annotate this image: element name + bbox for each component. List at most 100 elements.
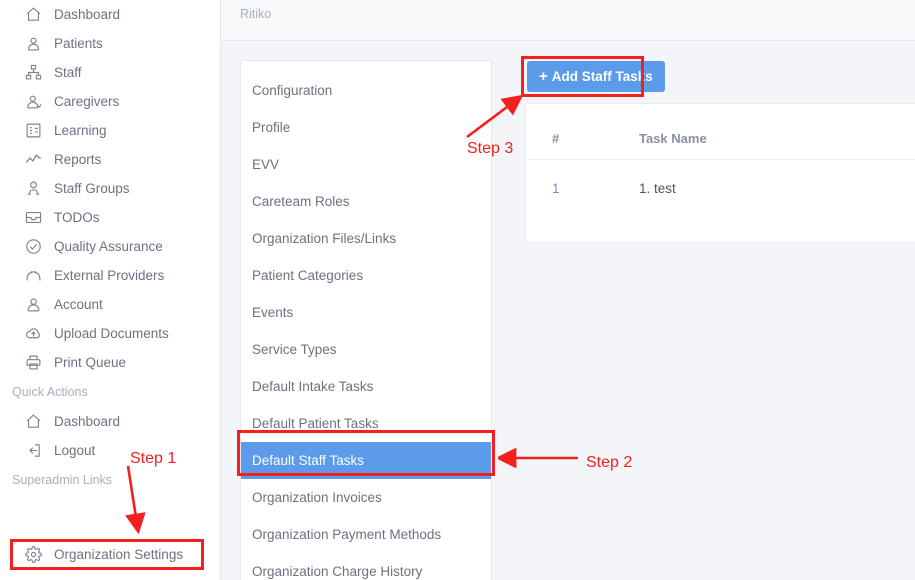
settings-menu-card: Configuration Profile EVV Careteam Roles Org… bbox=[240, 60, 492, 580]
home-icon bbox=[24, 6, 42, 24]
sidebar-item-organization-settings[interactable]: Organization Settings bbox=[10, 539, 204, 570]
settings-menu-item-default-staff-tasks[interactable]: Default Staff Tasks bbox=[241, 442, 491, 479]
person-icon bbox=[24, 296, 42, 314]
settings-menu-item-default-patient-tasks[interactable]: Default Patient Tasks bbox=[241, 405, 491, 442]
sidebar-item-label: Organization Settings bbox=[54, 547, 184, 562]
app-root: Dashboard Patients Staff Caregivers Learning… bbox=[0, 0, 915, 580]
sidebar: Dashboard Patients Staff Caregivers Learning… bbox=[0, 0, 221, 580]
settings-menu-item-organization-files-links[interactable]: Organization Files/Links bbox=[241, 220, 491, 257]
sidebar-item-label: Staff bbox=[54, 65, 82, 80]
settings-menu-item-label: Profile bbox=[252, 120, 291, 135]
settings-menu-item-label: Default Intake Tasks bbox=[252, 379, 374, 394]
add-staff-tasks-label: Add Staff Tasks bbox=[551, 69, 653, 84]
settings-menu-item-label: Organization Payment Methods bbox=[252, 527, 442, 542]
settings-menu-item-label: EVV bbox=[252, 157, 280, 172]
annotation-step-1-label: Step 1 bbox=[130, 450, 177, 467]
caregiver-icon bbox=[24, 93, 42, 111]
sidebar-item-staff-groups[interactable]: Staff Groups bbox=[0, 174, 220, 203]
logout-icon bbox=[24, 442, 42, 460]
quick-action-dashboard[interactable]: Dashboard bbox=[0, 407, 220, 436]
sidebar-item-label: Reports bbox=[54, 152, 102, 167]
sidebar-item-staff[interactable]: Staff bbox=[0, 58, 220, 87]
sidebar-item-label: Caregivers bbox=[54, 94, 120, 109]
add-staff-tasks-button[interactable]: + Add Staff Tasks bbox=[527, 61, 665, 92]
sidebar-item-caregivers[interactable]: Caregivers bbox=[0, 87, 220, 116]
learning-icon bbox=[24, 122, 42, 140]
settings-menu-item-label: Default Patient Tasks bbox=[252, 416, 379, 431]
settings-menu-item-label: Organization Invoices bbox=[252, 490, 382, 505]
sidebar-item-dashboard[interactable]: Dashboard bbox=[0, 0, 220, 29]
sidebar-item-account[interactable]: Account bbox=[0, 290, 220, 319]
patient-icon bbox=[24, 35, 42, 53]
settings-menu-item-organization-charge-history[interactable]: Organization Charge History bbox=[241, 553, 491, 580]
settings-menu-item-default-intake-tasks[interactable]: Default Intake Tasks bbox=[241, 368, 491, 405]
column-header-task-name: Task Name bbox=[611, 104, 915, 160]
sidebar-item-learning[interactable]: Learning bbox=[0, 116, 220, 145]
sidebar-section-quick-actions: Quick Actions bbox=[12, 385, 88, 399]
settings-menu-item-label: Default Staff Tasks bbox=[252, 453, 365, 468]
home-icon bbox=[24, 413, 42, 431]
settings-menu-item-careteam-roles[interactable]: Careteam Roles bbox=[241, 183, 491, 220]
settings-menu-item-organization-payment-methods[interactable]: Organization Payment Methods bbox=[241, 516, 491, 553]
annotation-step-2-arrow bbox=[498, 447, 578, 469]
sidebar-item-label: Patients bbox=[54, 36, 103, 51]
settings-menu-item-organization-invoices[interactable]: Organization Invoices bbox=[241, 479, 491, 516]
plus-icon: + bbox=[539, 68, 548, 85]
settings-menu-item-label: Service Types bbox=[252, 342, 337, 357]
sidebar-main-nav: Dashboard Patients Staff Caregivers Learning… bbox=[0, 0, 220, 377]
gear-icon bbox=[24, 546, 42, 564]
settings-menu-item-configuration[interactable]: Configuration bbox=[241, 72, 491, 109]
sidebar-item-quality-assurance[interactable]: Quality Assurance bbox=[0, 232, 220, 261]
quick-action-logout[interactable]: Logout bbox=[0, 436, 220, 465]
table-row: 1 1. test bbox=[526, 160, 915, 218]
cloud-upload-icon bbox=[24, 325, 42, 343]
check-circle-icon bbox=[24, 238, 42, 256]
sidebar-item-patients[interactable]: Patients bbox=[0, 29, 220, 58]
sidebar-item-todos[interactable]: TODOs bbox=[0, 203, 220, 232]
sidebar-item-label: External Providers bbox=[54, 268, 165, 283]
settings-menu-item-patient-categories[interactable]: Patient Categories bbox=[241, 257, 491, 294]
settings-menu-item-label: Organization Charge History bbox=[252, 564, 423, 579]
settings-menu-item-service-types[interactable]: Service Types bbox=[241, 331, 491, 368]
sidebar-item-label: Print Queue bbox=[54, 355, 127, 370]
page-title: Staff Tasks bbox=[240, 0, 340, 6]
sidebar-item-label: Quality Assurance bbox=[54, 239, 163, 254]
row-index-link[interactable]: 1 bbox=[526, 160, 611, 218]
settings-menu-item-label: Careteam Roles bbox=[252, 194, 350, 209]
inbox-icon bbox=[24, 209, 42, 227]
providers-icon bbox=[24, 267, 42, 285]
group-icon bbox=[24, 180, 42, 198]
sidebar-item-label: Dashboard bbox=[54, 414, 121, 429]
settings-menu-item-label: Configuration bbox=[252, 83, 333, 98]
settings-menu-item-label: Organization Files/Links bbox=[252, 231, 397, 246]
sidebar-quick-actions-nav: Dashboard Logout bbox=[0, 407, 220, 465]
settings-menu-list: Configuration Profile EVV Careteam Roles Org… bbox=[241, 72, 491, 580]
sidebar-item-upload-documents[interactable]: Upload Documents bbox=[0, 319, 220, 348]
settings-menu-item-profile[interactable]: Profile bbox=[241, 109, 491, 146]
sidebar-item-label: Staff Groups bbox=[54, 181, 130, 196]
page-subtitle: Ritiko bbox=[240, 7, 272, 21]
settings-menu-item-label: Patient Categories bbox=[252, 268, 364, 283]
column-header-index: # bbox=[526, 104, 611, 160]
row-index-value[interactable]: 1 bbox=[552, 181, 560, 196]
sidebar-item-print-queue[interactable]: Print Queue bbox=[0, 348, 220, 377]
sidebar-item-label: Learning bbox=[54, 123, 107, 138]
tasks-table: # Task Name 1 1. test bbox=[526, 104, 915, 217]
settings-menu-item-events[interactable]: Events bbox=[241, 294, 491, 331]
page-header: Staff Tasks Ritiko bbox=[221, 0, 915, 41]
sidebar-item-reports[interactable]: Reports bbox=[0, 145, 220, 174]
sidebar-item-label: Account bbox=[54, 297, 103, 312]
tasks-table-card: # Task Name 1 1. test bbox=[525, 103, 915, 243]
row-task-name: 1. test bbox=[639, 181, 676, 196]
sidebar-item-label: Logout bbox=[54, 443, 96, 458]
sidebar-item-external-providers[interactable]: External Providers bbox=[0, 261, 220, 290]
sidebar-item-label: Upload Documents bbox=[54, 326, 169, 341]
annotation-step-3-label: Step 3 bbox=[467, 140, 514, 157]
annotation-step-2-label: Step 2 bbox=[586, 454, 633, 471]
settings-menu-item-evv[interactable]: EVV bbox=[241, 146, 491, 183]
sidebar-section-superadmin: Superadmin Links bbox=[12, 473, 113, 487]
chart-line-icon bbox=[24, 151, 42, 169]
sidebar-item-label: Dashboard bbox=[54, 7, 121, 22]
settings-menu-item-label: Events bbox=[252, 305, 294, 320]
org-chart-icon bbox=[24, 64, 42, 82]
